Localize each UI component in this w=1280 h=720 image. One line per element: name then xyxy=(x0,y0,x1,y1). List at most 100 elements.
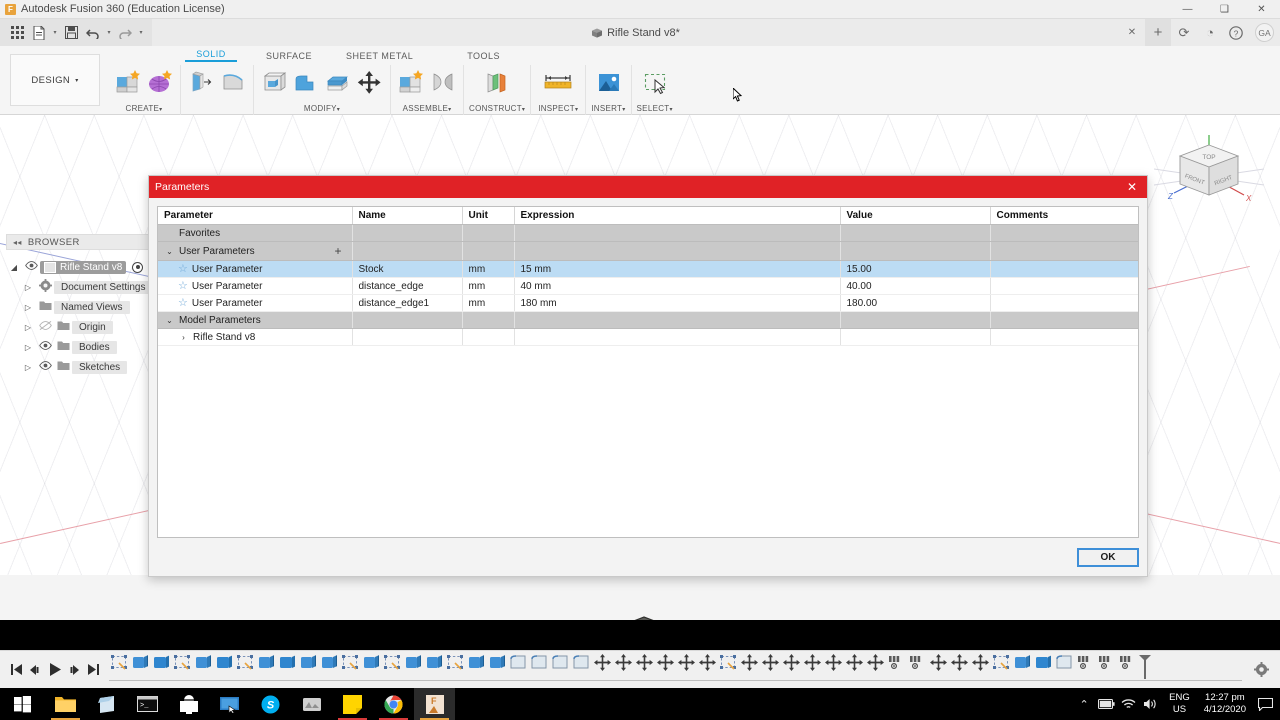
table-row[interactable]: ☆ User Parameter Stock mm 15 mm 15.00 xyxy=(158,260,1138,278)
cell-unit[interactable] xyxy=(462,311,515,329)
cell-comments[interactable] xyxy=(990,260,1138,278)
tab-surface[interactable]: SURFACE xyxy=(260,51,318,61)
file-icon[interactable] xyxy=(28,22,50,44)
tab-sheet-metal[interactable]: SHEET METAL xyxy=(340,51,419,61)
timeline-feature[interactable] xyxy=(235,654,256,680)
cell-name[interactable] xyxy=(352,241,463,261)
bodies-expander-icon[interactable]: ▷ xyxy=(20,343,36,352)
timeline-feature[interactable] xyxy=(865,653,886,680)
col-expression[interactable]: Expression xyxy=(514,207,841,225)
cell-unit[interactable]: mm xyxy=(462,277,515,295)
avatar[interactable]: GA xyxy=(1255,23,1274,42)
parameters-dialog[interactable]: Parameters ✕ Parameter Name Unit Express xyxy=(148,175,1148,577)
cell-unit[interactable]: mm xyxy=(462,294,515,312)
skype-icon[interactable]: S xyxy=(250,688,291,720)
file-menu-caret-icon[interactable]: ▾ xyxy=(50,29,60,36)
panel-inspect-label[interactable]: INSPECT▾ xyxy=(538,104,578,115)
minimize-button[interactable]: — xyxy=(1169,0,1206,19)
undo-caret-icon[interactable]: ▾ xyxy=(104,29,114,36)
table-row[interactable]: ⌄ User Parameters + xyxy=(158,241,1138,261)
root-visibility-icon[interactable] xyxy=(22,261,40,273)
timeline-feature[interactable] xyxy=(1117,654,1138,680)
timeline-feature[interactable] xyxy=(655,653,676,680)
timeline-track[interactable] xyxy=(109,651,1242,689)
fusion360-icon[interactable]: F xyxy=(414,688,455,720)
timeline-go-start-button[interactable] xyxy=(8,659,25,681)
timeline-feature[interactable] xyxy=(445,654,466,680)
timeline-feature[interactable] xyxy=(319,654,340,680)
timeline-step-back-button[interactable] xyxy=(27,659,44,681)
new-tab-button[interactable]: + xyxy=(1145,19,1171,46)
col-name[interactable]: Name xyxy=(352,207,463,225)
notes-icon[interactable] xyxy=(332,688,373,720)
cell-unit[interactable] xyxy=(462,224,515,242)
file-explorer-icon[interactable] xyxy=(45,688,86,720)
timeline-feature[interactable] xyxy=(760,653,781,680)
redo-caret-icon[interactable]: ▾ xyxy=(136,29,146,36)
favorite-star-icon[interactable]: ☆ xyxy=(178,263,188,275)
press-pull-icon[interactable] xyxy=(259,68,289,98)
surface-extrude-icon[interactable] xyxy=(186,68,216,98)
timeline-feature[interactable] xyxy=(1033,654,1054,680)
add-user-parameter-button[interactable]: + xyxy=(334,244,345,258)
app-icon[interactable] xyxy=(291,688,332,720)
tab-solid[interactable]: SOLID xyxy=(180,49,242,59)
panel-modify-label[interactable]: MODIFY▾ xyxy=(304,104,340,115)
cell-expression[interactable]: 15 mm xyxy=(514,260,841,278)
notification-icon[interactable] xyxy=(1252,697,1278,711)
browser-collapse-icon[interactable]: ◂◂ xyxy=(13,238,22,247)
timeline-feature[interactable] xyxy=(697,653,718,680)
timeline-feature[interactable] xyxy=(424,654,445,680)
cell-comments[interactable] xyxy=(990,277,1138,295)
timeline-feature[interactable] xyxy=(508,654,529,680)
select-window-icon[interactable] xyxy=(638,68,672,98)
clock[interactable]: 12:27 pm 4/12/2020 xyxy=(1198,692,1252,716)
timeline-feature[interactable] xyxy=(739,653,760,680)
timeline-feature[interactable] xyxy=(340,654,361,680)
bodies-visibility-icon[interactable] xyxy=(36,341,54,353)
table-row[interactable]: ⌄ Model Parameters xyxy=(158,311,1138,329)
windows-start-icon[interactable] xyxy=(0,688,45,720)
root-activate-icon[interactable] xyxy=(132,261,144,273)
timeline-feature[interactable] xyxy=(550,654,571,680)
panel-construct-label[interactable]: CONSTRUCT▾ xyxy=(469,104,525,115)
timeline-feature[interactable] xyxy=(949,653,970,680)
cell-value[interactable]: 180.00 xyxy=(840,294,991,312)
origin-expander-icon[interactable]: ▷ xyxy=(20,323,36,332)
shell-icon[interactable] xyxy=(323,68,353,98)
timeline-feature[interactable] xyxy=(403,654,424,680)
create-form-icon[interactable] xyxy=(145,68,175,98)
help-icon[interactable]: ? xyxy=(1223,19,1249,46)
col-unit[interactable]: Unit xyxy=(462,207,515,225)
timeline-feature[interactable] xyxy=(109,654,130,680)
panel-insert-label[interactable]: INSERT▾ xyxy=(591,104,625,115)
cell-expression[interactable] xyxy=(514,328,841,346)
panel-select-label[interactable]: SELECT▾ xyxy=(637,104,673,115)
cell-value[interactable] xyxy=(840,328,991,346)
timeline-feature[interactable] xyxy=(907,654,928,680)
view-cube[interactable]: Z X TOP FRONT RIGHT xyxy=(1153,129,1265,215)
grid-icon[interactable] xyxy=(6,22,28,44)
cell-comments[interactable] xyxy=(990,294,1138,312)
cell-expression[interactable] xyxy=(514,311,841,329)
cell-expression[interactable] xyxy=(514,241,841,261)
timeline-feature[interactable] xyxy=(1096,654,1117,680)
timeline-feature[interactable] xyxy=(361,654,382,680)
cell-name[interactable]: Stock xyxy=(352,260,463,278)
timeline-feature[interactable] xyxy=(823,653,844,680)
store-icon[interactable] xyxy=(86,688,127,720)
volume-icon[interactable] xyxy=(1139,698,1161,710)
timeline-feature[interactable] xyxy=(928,653,949,680)
jobs-status-icon[interactable]: ⟳ xyxy=(1171,19,1197,46)
gear-icon[interactable] xyxy=(1242,662,1280,677)
timeline-feature[interactable] xyxy=(130,654,151,680)
teamviewer-icon[interactable] xyxy=(168,688,209,720)
cell-value[interactable] xyxy=(840,241,991,261)
timeline-feature[interactable] xyxy=(970,653,991,680)
timeline-play-button[interactable] xyxy=(46,659,63,681)
timeline-step-forward-button[interactable] xyxy=(65,659,82,681)
undo-icon[interactable] xyxy=(82,22,104,44)
cell-unit[interactable] xyxy=(462,241,515,261)
cell-unit[interactable] xyxy=(462,328,515,346)
timeline-feature[interactable] xyxy=(718,654,739,680)
